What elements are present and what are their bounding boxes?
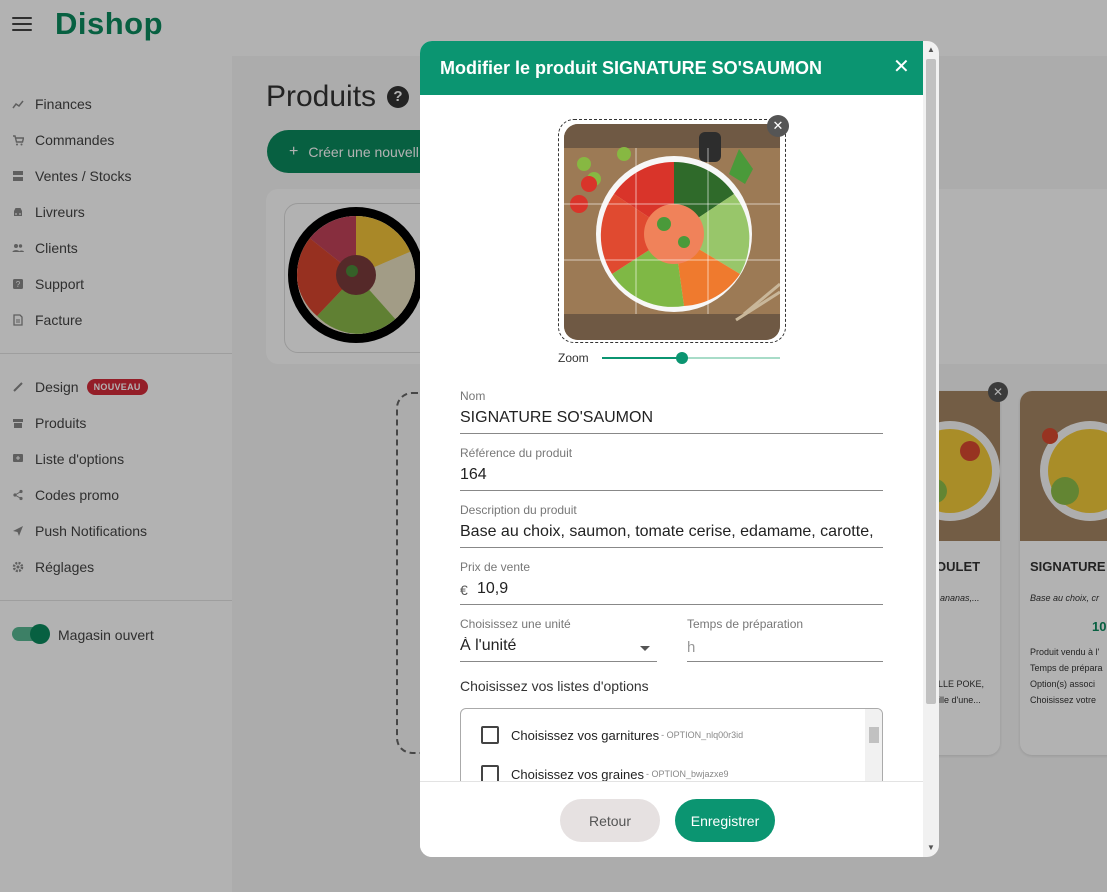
product-photo [564, 124, 780, 340]
description-label: Description du produit [460, 503, 577, 517]
option-code: - OPTION_nlq00r3id [661, 730, 744, 740]
chevron-down-icon[interactable] [640, 646, 650, 651]
name-field-underline [460, 433, 883, 434]
zoom-slider[interactable] [602, 352, 780, 364]
prep-time-underline [687, 661, 883, 662]
options-scrollbar[interactable] [865, 709, 882, 787]
description-field-underline [460, 547, 883, 548]
modal-scroll-thumb[interactable] [926, 59, 936, 704]
reference-label: Référence du produit [460, 446, 573, 460]
price-label: Prix de vente [460, 560, 531, 574]
prep-time-label: Temps de préparation [687, 617, 804, 631]
option-label: Choisissez vos garnitures [511, 727, 660, 743]
reference-field-underline [460, 490, 883, 491]
option-checkbox[interactable] [481, 726, 499, 744]
edit-product-modal: Modifier le produit SIGNATURE SO'SAUMON … [420, 41, 923, 857]
close-icon[interactable]: ✕ [893, 57, 910, 77]
option-row[interactable]: Choisissez vos garnitures - OPTION_nlq00… [481, 726, 743, 744]
scroll-down-icon[interactable]: ▼ [927, 843, 935, 852]
euro-icon: € [460, 582, 468, 598]
price-field-underline [460, 604, 883, 605]
remove-image-icon[interactable]: ✕ [767, 115, 789, 137]
name-label: Nom [460, 389, 486, 403]
prep-time-field[interactable]: h [687, 639, 877, 656]
modal-title: Modifier le produit SIGNATURE SO'SAUMON [440, 58, 822, 78]
scroll-up-icon[interactable]: ▲ [927, 45, 935, 54]
price-field[interactable]: 10,9 [477, 580, 877, 598]
unit-select[interactable]: À l'unité [460, 637, 630, 655]
name-field[interactable]: SIGNATURE SO'SAUMON [460, 409, 883, 427]
option-code: - OPTION_bwjazxe9 [645, 769, 729, 779]
save-button[interactable]: Enregistrer [675, 799, 775, 842]
unit-label: Choisissez une unité [460, 617, 571, 631]
zoom-slider-handle[interactable] [676, 352, 688, 364]
modal-header: Modifier le produit SIGNATURE SO'SAUMON … [420, 41, 923, 95]
zoom-label: Zoom [558, 351, 589, 365]
option-label: Choisissez vos graines [511, 766, 644, 782]
unit-select-underline [460, 661, 657, 662]
options-list: Choisissez vos garnitures - OPTION_nlq00… [460, 708, 883, 788]
reference-field[interactable]: 164 [460, 466, 883, 484]
options-section-title: Choisissez vos listes d'options [460, 678, 649, 694]
back-button[interactable]: Retour [560, 799, 660, 842]
modal-footer: Retour Enregistrer [420, 781, 923, 857]
description-field[interactable]: Base au choix, saumon, tomate cerise, ed… [460, 523, 883, 541]
modal-scrollbar[interactable]: ▲ ▼ [923, 41, 939, 857]
